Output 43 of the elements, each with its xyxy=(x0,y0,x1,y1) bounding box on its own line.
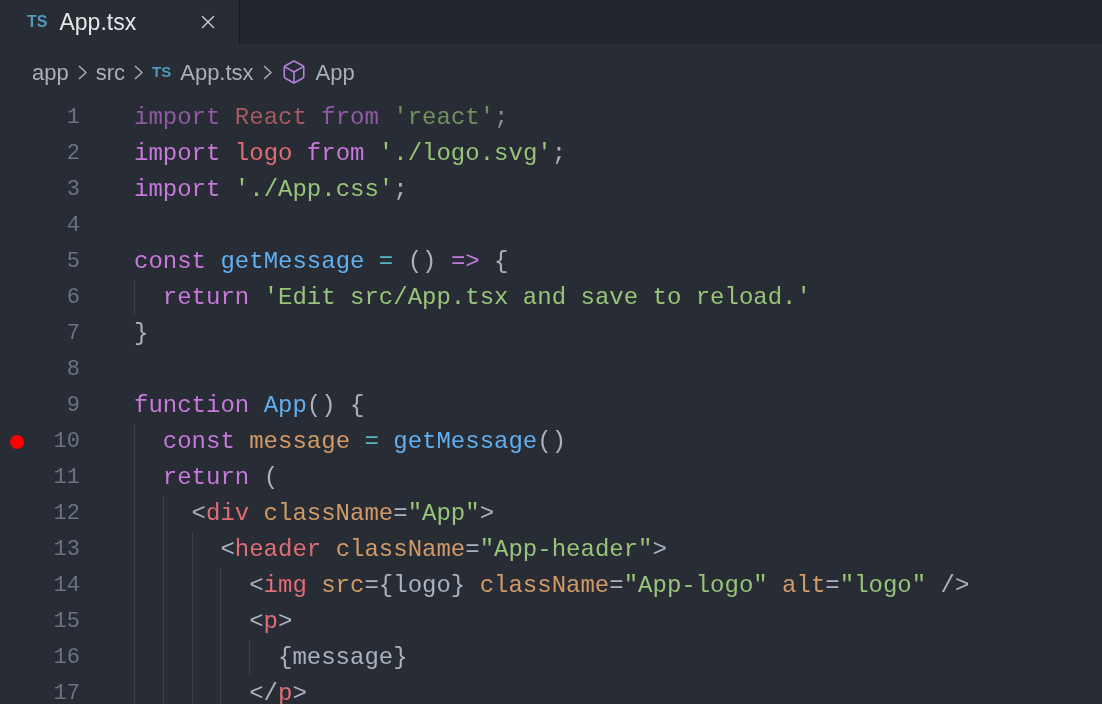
breadcrumb-item[interactable]: App.tsx xyxy=(180,55,254,89)
line-number: 15 xyxy=(52,608,80,636)
code-line: <header className="App-header"> xyxy=(220,535,667,565)
chevron-icon xyxy=(262,64,272,80)
line-number: 12 xyxy=(52,500,80,528)
code-line: const message = getMessage() xyxy=(162,427,567,457)
chevron-icon xyxy=(134,64,144,80)
line-number: 7 xyxy=(65,320,80,348)
line-number: 9 xyxy=(65,392,80,420)
code-line: return ( xyxy=(162,463,279,493)
breadcrumb-item[interactable]: app xyxy=(32,55,69,89)
line-number: 14 xyxy=(52,572,80,600)
code-line: function App() { xyxy=(134,391,365,421)
code-line: import React from 'react'; xyxy=(134,103,509,133)
line-number: 2 xyxy=(65,140,80,168)
code-line: import './App.css'; xyxy=(134,175,408,205)
code-line: <p> xyxy=(249,607,293,637)
tab-label: App.tsx xyxy=(59,7,137,37)
language-label: TS xyxy=(152,61,172,82)
line-number: 5 xyxy=(65,248,80,276)
line-number: 1 xyxy=(65,104,80,132)
chevron-icon xyxy=(77,64,87,80)
code-line: <img src={logo} className="App-logo" alt="logo" /> xyxy=(249,571,970,601)
line-number: 4 xyxy=(65,212,80,240)
code-line: const getMessage = () => { xyxy=(134,247,509,277)
line-number: 13 xyxy=(52,536,80,564)
code-line: return 'Edit src/App.tsx and save to reload.' xyxy=(162,283,811,313)
breadcrumb-item[interactable]: src xyxy=(95,55,126,89)
line-number: 16 xyxy=(52,644,80,672)
cube-icon xyxy=(280,59,307,85)
editor-tab[interactable]: TS App.tsx xyxy=(0,0,240,44)
line-number: 10 xyxy=(52,428,80,456)
line-number: 8 xyxy=(65,356,80,384)
line-number: 11 xyxy=(52,464,80,492)
line-number: 17 xyxy=(52,680,80,704)
code-line: <div className="App"> xyxy=(191,499,495,529)
language-label: TS xyxy=(27,12,48,32)
code-line: import logo from './logo.svg'; xyxy=(134,139,567,169)
code-line: } xyxy=(134,319,149,349)
line-number: 3 xyxy=(65,176,80,204)
code-line: {message} xyxy=(278,643,408,673)
line-number: 6 xyxy=(65,284,80,312)
breadcrumb-item[interactable]: App xyxy=(315,55,355,89)
